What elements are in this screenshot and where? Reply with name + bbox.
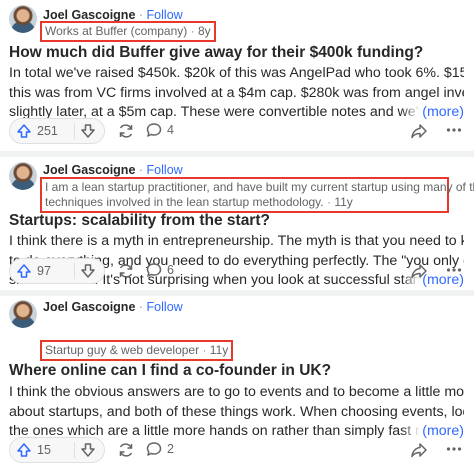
upvote-button[interactable]: 251 [16, 121, 58, 141]
body-line: In total we've raised $450k. $20k of thi… [9, 65, 464, 81]
upvote-arrow-icon [16, 263, 32, 279]
author-name[interactable]: Joel Gascoigne [43, 8, 135, 22]
credential-text-line-2: techniques involved in the lean startup … [45, 195, 444, 210]
downvote-button[interactable] [80, 442, 96, 458]
downvote-arrow-icon [80, 123, 96, 139]
answer-age[interactable]: 11y [334, 195, 352, 209]
body-line: I think there is a myth in entrepreneurs… [9, 233, 464, 249]
avatar[interactable] [9, 300, 37, 328]
vote-divider [74, 263, 75, 279]
reshare-icon [117, 122, 135, 140]
answer-age[interactable]: 11y [210, 343, 228, 357]
question-title[interactable]: Where online can I find a co-founder in … [9, 362, 331, 380]
share-button[interactable] [410, 262, 428, 280]
comment-count: 4 [167, 123, 174, 137]
share-button[interactable] [410, 122, 428, 140]
question-title[interactable]: How much did Buffer give away for their … [9, 44, 423, 62]
more-options-icon [446, 127, 462, 133]
follow-button[interactable]: Follow [147, 300, 183, 314]
more-options-button[interactable] [446, 127, 462, 133]
author-line: Joel Gascoigne · Follow [43, 8, 183, 22]
share-icon [410, 262, 428, 280]
vote-pill: 251 [9, 118, 105, 144]
action-bar: 15 2 [9, 437, 464, 463]
reshare-button[interactable] [117, 122, 135, 140]
credential-text-line[interactable]: I am a lean startup practitioner, and ha… [45, 180, 474, 195]
comment-button[interactable]: 2 [145, 440, 174, 458]
follow-button[interactable]: Follow [147, 8, 183, 22]
downvote-arrow-icon [80, 263, 96, 279]
reshare-icon [117, 262, 135, 280]
feed-divider [0, 290, 474, 296]
vote-divider [74, 442, 75, 458]
comment-icon [145, 261, 163, 279]
body-line: about startups, and both of these things… [9, 403, 464, 420]
author-name[interactable]: Joel Gascoigne [43, 300, 135, 314]
question-title[interactable]: Startups: scalability from the start? [9, 212, 270, 230]
separator-dot: · [138, 300, 144, 314]
comment-count: 6 [167, 263, 174, 277]
downvote-button[interactable] [80, 123, 96, 139]
author-line: Joel Gascoigne · Follow [43, 163, 183, 177]
comment-button[interactable]: 4 [145, 121, 174, 139]
more-options-icon [446, 267, 462, 273]
credential-text[interactable]: techniques involved in the lean startup … [45, 195, 324, 209]
body-line: this was from VC firms involved at a $4m… [9, 84, 464, 101]
downvote-arrow-icon [80, 442, 96, 458]
reshare-button[interactable] [117, 262, 135, 280]
upvote-button[interactable]: 97 [16, 261, 51, 281]
upvote-arrow-icon [16, 442, 32, 458]
credential-text[interactable]: Works at Buffer (company) [45, 24, 187, 38]
author-name[interactable]: Joel Gascoigne [43, 163, 135, 177]
avatar[interactable] [9, 162, 37, 190]
downvote-button[interactable] [80, 263, 96, 279]
answer-body[interactable]: In total we've raised $450k. $20k of thi… [9, 64, 464, 123]
share-icon [410, 441, 428, 459]
answer-age[interactable]: 8y [198, 24, 211, 38]
credential-highlight: Startup guy & web developer · 11y [40, 340, 234, 361]
share-icon [410, 122, 428, 140]
vote-pill: 97 [9, 258, 105, 284]
feed-divider [0, 151, 474, 157]
reshare-icon [117, 441, 135, 459]
vote-divider [74, 123, 75, 139]
separator-dot: · [326, 195, 331, 209]
reshare-button[interactable] [117, 441, 135, 459]
more-options-button[interactable] [446, 446, 462, 452]
upvote-count: 15 [37, 443, 51, 457]
more-options-icon [446, 446, 462, 452]
separator-dot: · [190, 24, 195, 38]
upvote-count: 97 [37, 264, 51, 278]
more-options-button[interactable] [446, 267, 462, 273]
separator-dot: · [202, 343, 207, 357]
credential-text[interactable]: Startup guy & web developer [45, 343, 199, 357]
credential-highlight: I am a lean startup practitioner, and ha… [40, 177, 474, 213]
body-line: I think the obvious answers are to go to… [9, 384, 464, 400]
action-bar: 97 6 [9, 258, 464, 284]
comment-icon [145, 440, 163, 458]
author-line: Joel Gascoigne · Follow [43, 300, 183, 314]
avatar[interactable] [9, 5, 37, 33]
separator-dot: · [138, 163, 144, 177]
comment-button[interactable]: 6 [145, 261, 174, 279]
credential-highlight: Works at Buffer (company) · 8y [40, 21, 216, 42]
comment-count: 2 [167, 442, 174, 456]
share-button[interactable] [410, 441, 428, 459]
action-bar: 251 4 [9, 118, 464, 144]
upvote-count: 251 [37, 124, 58, 138]
answer-body[interactable]: I think the obvious answers are to go to… [9, 383, 464, 442]
separator-dot: · [138, 8, 144, 22]
upvote-arrow-icon [16, 123, 32, 139]
comment-icon [145, 121, 163, 139]
vote-pill: 15 [9, 437, 105, 463]
upvote-button[interactable]: 15 [16, 440, 51, 460]
follow-button[interactable]: Follow [147, 163, 183, 177]
